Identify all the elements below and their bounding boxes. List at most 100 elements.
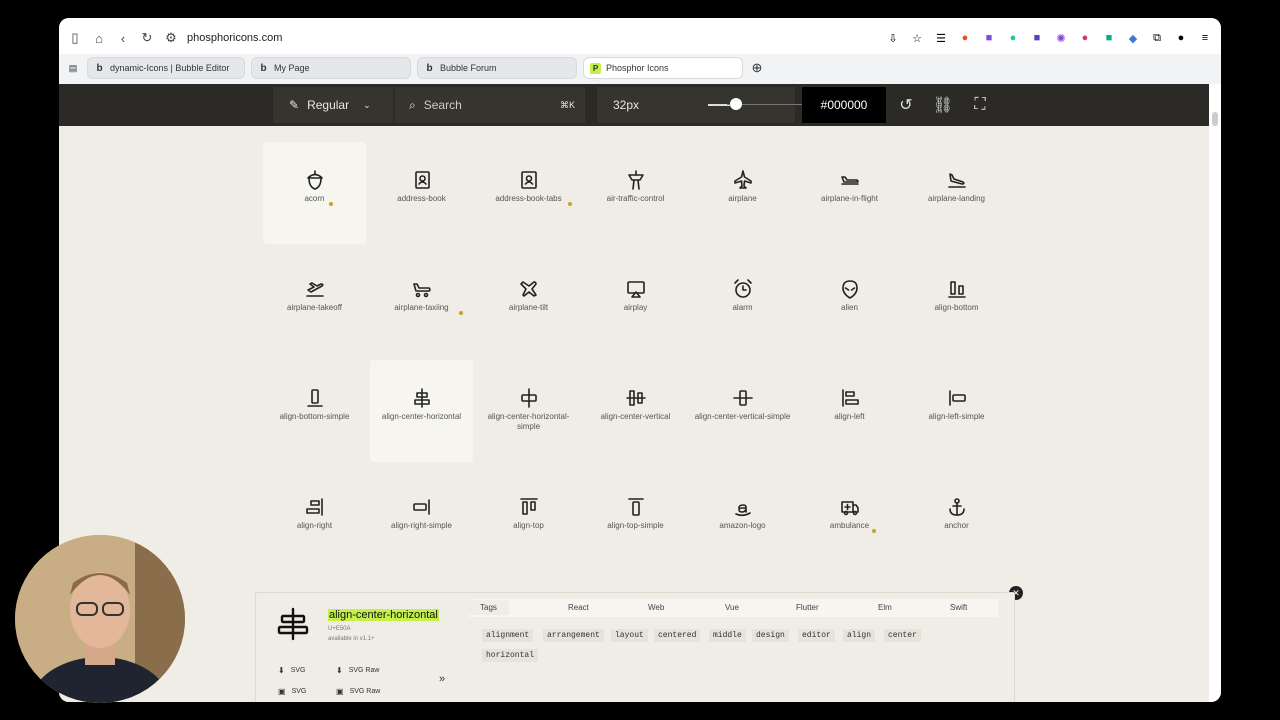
tab-flutter[interactable]: Flutter (796, 603, 819, 612)
tag-chip[interactable]: centered (654, 629, 701, 642)
tab-react[interactable]: React (568, 603, 589, 612)
color-input[interactable]: #000000 (802, 87, 886, 123)
browser-tab-active[interactable]: P Phosphor Icons (583, 57, 743, 79)
tag-chip[interactable]: editor (798, 629, 835, 642)
icon-card-address-book[interactable]: address-book (370, 142, 473, 244)
air-traffic-control-icon (627, 170, 644, 190)
search-shortcut: ⌘K (559, 99, 575, 110)
icon-card-anchor[interactable]: anchor (905, 469, 1008, 571)
icon-card-airplane-landing[interactable]: airplane-landing (905, 142, 1008, 244)
weight-select[interactable]: ✎ Regular ⌄ (273, 87, 393, 123)
icon-card-align-bottom[interactable]: align-bottom (905, 251, 1008, 353)
copy-svg-raw-button[interactable]: ▣ SVG Raw (336, 687, 380, 696)
size-slider-knob[interactable] (730, 98, 742, 110)
extension-icon[interactable]: ◆ (1123, 26, 1143, 50)
extension-icon[interactable]: ● (1075, 26, 1095, 50)
download-svg-raw-button[interactable]: ⬇ SVG Raw (336, 666, 379, 675)
icon-label: air-traffic-control (606, 194, 665, 203)
icon-card-ambulance[interactable]: ambulance (798, 469, 901, 571)
tab-group-icon[interactable]: ▤ (65, 57, 81, 79)
align-left-simple-icon (948, 390, 966, 406)
extension-icon[interactable]: ■ (1099, 26, 1119, 50)
bookmark-star-icon[interactable]: ☆ (907, 26, 927, 50)
icon-card-align-top-simple[interactable]: align-top-simple (584, 469, 687, 571)
reset-icon[interactable]: ↺ (893, 92, 919, 118)
icon-label: airplane-tilt (508, 303, 549, 312)
browser-tab[interactable]: b My Page (251, 57, 411, 79)
align-right-simple-icon (412, 499, 430, 515)
icon-card-airplane-tilt[interactable]: airplane-tilt (477, 251, 580, 353)
tab-tags[interactable]: Tags (468, 600, 509, 615)
icon-card-align-center-vertical-simple[interactable]: align-center-vertical-simple (691, 360, 794, 462)
icon-card-align-top[interactable]: align-top (477, 469, 580, 571)
detail-icon-name[interactable]: align-center-horizontal (328, 609, 439, 621)
puzzle-icon[interactable]: ⧉ (1147, 26, 1167, 50)
icon-label: airplane-taxiing (394, 303, 449, 312)
menu-icon[interactable]: ≡ (1195, 26, 1215, 50)
home-icon[interactable]: ⌂ (87, 26, 111, 50)
icon-card-airplane-in-flight[interactable]: airplane-in-flight (798, 142, 901, 244)
browser-tab[interactable]: b dynamic-Icons | Bubble Editor (87, 57, 245, 79)
tag-chip[interactable]: arrangement (543, 629, 604, 642)
icon-card-alien[interactable]: alien (798, 251, 901, 353)
icon-card-acorn[interactable]: acorn (263, 142, 366, 244)
airplane-takeoff-icon (305, 282, 324, 297)
scrollbar[interactable] (1209, 84, 1221, 702)
icon-card-airplane[interactable]: airplane (691, 142, 794, 244)
extension-icon[interactable]: ● (955, 26, 975, 50)
extension-icon[interactable]: ✺ (1051, 26, 1071, 50)
reload-icon[interactable]: ↻ (135, 26, 159, 50)
tag-chip[interactable]: align (843, 629, 876, 642)
download-icon: ⬇ (278, 666, 285, 675)
icon-card-align-left-simple[interactable]: align-left-simple (905, 360, 1008, 462)
back-icon[interactable]: ‹ (111, 26, 135, 50)
icon-card-align-left[interactable]: align-left (798, 360, 901, 462)
profile-icon[interactable]: ● (1171, 26, 1191, 50)
align-center-vertical-simple-icon (732, 390, 753, 406)
tag-chip[interactable]: alignment (482, 629, 534, 642)
icon-card-air-traffic-control[interactable]: air-traffic-control (584, 142, 687, 244)
fullscreen-icon[interactable]: ⛶ (967, 92, 993, 118)
extension-icon[interactable]: ● (1003, 26, 1023, 50)
install-icon[interactable]: ⇩ (883, 26, 903, 50)
url-text[interactable]: phosphoricons.com (187, 32, 282, 44)
icon-card-alarm[interactable]: alarm (691, 251, 794, 353)
tab-vue[interactable]: Vue (725, 603, 739, 612)
tab-swift[interactable]: Swift (950, 603, 967, 612)
tab-search-icon[interactable]: ☰ (931, 26, 951, 50)
icon-card-align-center-horizontal-simple[interactable]: align-center-horizontal-simple (477, 360, 580, 462)
icon-card-airplay[interactable]: airplay (584, 251, 687, 353)
extension-icon[interactable]: ■ (979, 26, 999, 50)
new-tab-icon[interactable]: ⊕ (749, 57, 765, 79)
tag-chip[interactable]: layout (611, 629, 648, 642)
expand-arrows-icon[interactable]: » (439, 673, 445, 685)
icon-card-address-book-tabs[interactable]: address-book-tabs (477, 142, 580, 244)
icon-card-airplane-taxiing[interactable]: airplane-taxiing (370, 251, 473, 353)
icon-card-align-bottom-simple[interactable]: align-bottom-simple (263, 360, 366, 462)
link-icon[interactable]: ⛓ (930, 92, 956, 118)
extension-icon[interactable]: ■ (1027, 26, 1047, 50)
tag-chip[interactable]: middle (709, 629, 746, 642)
tab-web[interactable]: Web (648, 603, 664, 612)
browser-tab[interactable]: b Bubble Forum (417, 57, 577, 79)
site-info-icon[interactable]: ⚙ (159, 26, 183, 50)
tab-elm[interactable]: Elm (878, 603, 892, 612)
sidebar-icon[interactable]: ▯ (63, 26, 87, 50)
icon-card-airplane-takeoff[interactable]: airplane-takeoff (263, 251, 366, 353)
tag-chip[interactable]: horizontal (482, 649, 539, 662)
align-left-icon (841, 389, 859, 407)
icon-card-align-center-vertical[interactable]: align-center-vertical (584, 360, 687, 462)
search-field[interactable]: ⌕ Search ⌘K (395, 87, 585, 123)
tag-chip[interactable]: center (884, 629, 921, 642)
tag-chip[interactable]: design (752, 629, 789, 642)
size-control: 32px (597, 87, 795, 123)
download-svg-button[interactable]: ⬇ SVG (278, 666, 306, 675)
new-indicator-dot (328, 202, 333, 206)
icon-card-align-right-simple[interactable]: align-right-simple (370, 469, 473, 571)
icon-card-align-center-horizontal[interactable]: align-center-horizontal (370, 360, 473, 462)
icon-card-align-right[interactable]: align-right (263, 469, 366, 571)
scrollbar-thumb[interactable] (1212, 112, 1218, 126)
search-input[interactable]: Search (424, 98, 462, 112)
icon-card-amazon-logo[interactable]: amazon-logo (691, 469, 794, 571)
copy-svg-button[interactable]: ▣ SVG (278, 687, 306, 696)
